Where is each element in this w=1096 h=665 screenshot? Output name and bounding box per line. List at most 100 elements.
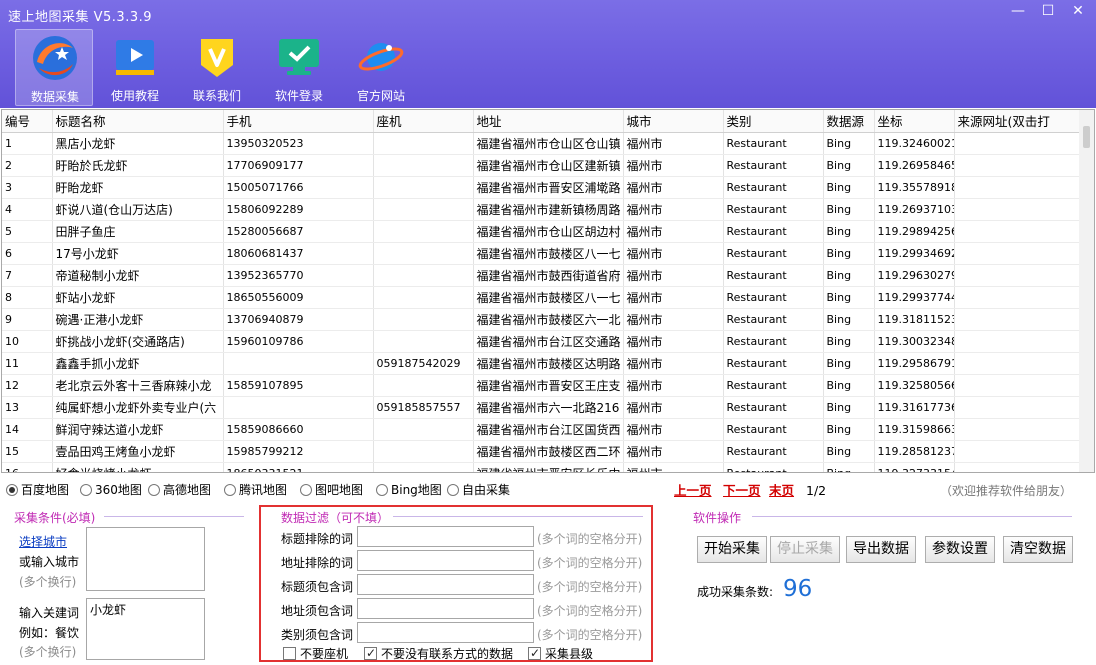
table-cell[interactable]: Bing — [823, 220, 875, 243]
table-cell[interactable]: 福州市 — [623, 418, 724, 441]
last-page-label[interactable]: 末页 — [769, 483, 794, 498]
table-row[interactable]: 14 鲜润守辣达道小龙虾 15859086660 福建省福州市台江区国货西 福州市 Res… — [2, 418, 1080, 441]
table-cell[interactable]: 059187542029 — [373, 352, 474, 375]
table-cell[interactable]: 虾说八道(仓山万达店) — [52, 198, 224, 221]
table-cell[interactable]: 7 — [2, 264, 53, 287]
table-cell[interactable] — [373, 220, 474, 243]
table-cell[interactable]: 18060681437 — [223, 242, 374, 265]
no-contact-checkbox[interactable]: 不要没有联系方式的数据 — [364, 645, 513, 662]
table-cell[interactable]: 15985799212 — [223, 440, 374, 463]
table-row[interactable]: 16好食光烧烤小龙虾18650331521 福建省福州市晋安区长乐中福州市Rest… — [2, 462, 1080, 472]
table-cell[interactable] — [373, 242, 474, 265]
last-page-link[interactable]: 末页 — [769, 482, 794, 500]
table-cell[interactable]: Restaurant — [723, 220, 824, 243]
stop-collect-button[interactable]: 停止采集 — [770, 536, 840, 563]
table-cell[interactable]: Bing — [823, 308, 875, 331]
nav-contact[interactable]: 联系我们 — [178, 29, 256, 106]
keyword-input[interactable]: 小龙虾 — [86, 598, 205, 660]
table-cell[interactable]: 福建省福州市鼓西街道省府 — [473, 264, 624, 287]
table-cell[interactable]: Bing — [823, 264, 875, 287]
table-cell[interactable]: Restaurant — [723, 440, 824, 463]
table-cell[interactable]: 福建省福州市建新镇杨周路 — [473, 198, 624, 221]
table-cell[interactable]: Bing — [823, 176, 875, 199]
table-cell[interactable]: 15280056687 — [223, 220, 374, 243]
table-cell[interactable]: 福建省福州市仓山区建新镇 — [473, 154, 624, 177]
table-cell[interactable]: Bing — [823, 132, 875, 155]
table-cell[interactable]: 17号小龙虾 — [52, 242, 224, 265]
table-cell[interactable]: 福建省福州市台江区国货西 — [473, 418, 624, 441]
table-cell[interactable]: 福建省福州市仓山区胡边村 — [473, 220, 624, 243]
table-row[interactable]: 1 黑店小龙虾 13950320523 福建省福州市仓山区仓山镇 福州市 Restaura… — [2, 132, 1080, 155]
table-row[interactable]: 9 碗遇·正港小龙虾 13706940879 福建省福州市鼓楼区六一北 福州市 Resta… — [2, 308, 1080, 331]
table-cell[interactable]: 13706940879 — [223, 308, 374, 331]
table-cell[interactable] — [373, 198, 474, 221]
table-cell[interactable]: 2 — [2, 154, 53, 177]
table-cell[interactable]: 福州市 — [623, 440, 724, 463]
radio-gaode-map[interactable]: 高德地图 — [148, 480, 211, 500]
table-cell[interactable]: 119.30032348 — [874, 330, 955, 353]
table-cell[interactable]: 鑫鑫手抓小龙虾 — [52, 352, 224, 375]
table-cell[interactable]: 福建省福州市晋安区长乐中 — [473, 462, 624, 472]
table-cell[interactable]: 15859107895 — [223, 374, 374, 397]
table-vertical-scrollbar[interactable] — [1079, 110, 1094, 472]
column-header[interactable]: 地址 — [473, 110, 624, 133]
column-header[interactable]: 数据源 — [823, 110, 875, 133]
table-cell[interactable]: 119.31811523 — [874, 308, 955, 331]
table-cell[interactable]: 10 — [2, 330, 53, 353]
table-cell[interactable]: Restaurant — [723, 352, 824, 375]
table-cell[interactable] — [373, 462, 474, 472]
table-cell[interactable]: 福州市 — [623, 352, 724, 375]
table-cell[interactable]: 鲜润守辣达道小龙虾 — [52, 418, 224, 441]
table-cell[interactable]: 纯属虾想小龙虾外卖专业户(六 — [52, 396, 224, 419]
table-cell[interactable] — [954, 176, 1080, 199]
table-cell[interactable]: 119.35578918 — [874, 176, 955, 199]
table-cell[interactable] — [954, 154, 1080, 177]
table-cell[interactable]: Bing — [823, 396, 875, 419]
table-cell[interactable]: 119.29586791 — [874, 352, 955, 375]
table-cell[interactable]: Restaurant — [723, 242, 824, 265]
table-cell[interactable]: 119.32580566 — [874, 374, 955, 397]
table-cell[interactable]: 福建省福州市鼓楼区八一七 — [473, 242, 624, 265]
table-cell[interactable] — [373, 418, 474, 441]
radio-bing-map[interactable]: Bing地图 — [376, 480, 442, 500]
column-header[interactable]: 手机 — [223, 110, 374, 133]
table-cell[interactable]: 福州市 — [623, 154, 724, 177]
title-include-input[interactable] — [357, 574, 534, 595]
table-cell[interactable]: 福建省福州市晋安区王庄支 — [473, 374, 624, 397]
table-cell[interactable]: 帝道秘制小龙虾 — [52, 264, 224, 287]
table-cell[interactable]: 13950320523 — [223, 132, 374, 155]
table-row[interactable]: 10 虾挑战小龙虾(交通路店) 15960109786 福建省福州市台江区交通路 福州市… — [2, 330, 1080, 353]
table-cell[interactable] — [954, 264, 1080, 287]
table-cell[interactable]: Restaurant — [723, 418, 824, 441]
table-cell[interactable]: 3 — [2, 176, 53, 199]
address-exclude-input[interactable] — [357, 550, 534, 571]
table-cell[interactable] — [373, 132, 474, 155]
radio-tencent-map[interactable]: 腾讯地图 — [224, 480, 287, 500]
table-cell[interactable]: 12 — [2, 374, 53, 397]
table-cell[interactable]: Restaurant — [723, 198, 824, 221]
table-cell[interactable]: Bing — [823, 286, 875, 309]
table-cell[interactable]: Bing — [823, 440, 875, 463]
table-cell[interactable]: 福州市 — [623, 176, 724, 199]
table-row[interactable]: 7 帝道秘制小龙虾 13952365770 福建省福州市鼓西街道省府 福州市 Restau… — [2, 264, 1080, 287]
table-row[interactable]: 12 老北京云外客十三香麻辣小龙 15859107895 福建省福州市晋安区王庄支 福州… — [2, 374, 1080, 397]
nav-tutorial[interactable]: 使用教程 — [96, 29, 174, 106]
table-cell[interactable]: Restaurant — [723, 330, 824, 353]
scrollbar-thumb[interactable] — [1083, 126, 1090, 148]
radio-tuba-map[interactable]: 图吧地图 — [300, 480, 363, 500]
select-city-link[interactable]: 选择城市 — [19, 533, 67, 550]
table-cell[interactable]: 13952365770 — [223, 264, 374, 287]
table-cell[interactable]: 虾挑战小龙虾(交通路店) — [52, 330, 224, 353]
table-cell[interactable]: 119.29630279 — [874, 264, 955, 287]
table-cell[interactable]: 福州市 — [623, 132, 724, 155]
table-cell[interactable]: 福州市 — [623, 308, 724, 331]
table-cell[interactable]: 壹品田鸡王烤鱼小龙虾 — [52, 440, 224, 463]
table-row[interactable]: 13 纯属虾想小龙虾外卖专业户(六 059185857557 福建省福州市六一北路21… — [2, 396, 1080, 419]
table-cell[interactable]: 福州市 — [623, 374, 724, 397]
table-cell[interactable]: 4 — [2, 198, 53, 221]
table-cell[interactable]: Bing — [823, 352, 875, 375]
maximize-button[interactable]: ☐ — [1033, 0, 1063, 24]
table-cell[interactable]: 5 — [2, 220, 53, 243]
table-cell[interactable]: 119.31598663 — [874, 418, 955, 441]
table-cell[interactable] — [954, 220, 1080, 243]
